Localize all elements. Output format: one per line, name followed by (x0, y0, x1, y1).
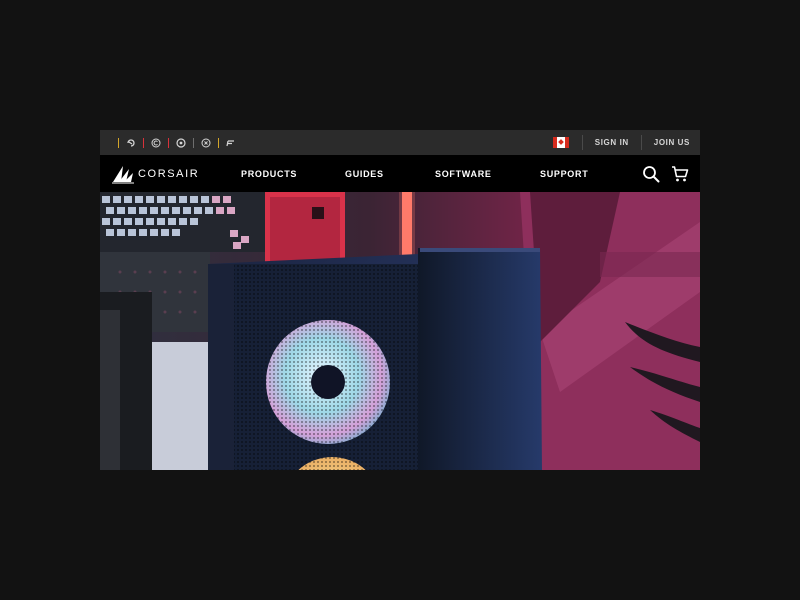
hero-banner[interactable] (100, 192, 700, 470)
corsair-logo[interactable]: CORSAIR (112, 164, 199, 184)
elgato-icon[interactable] (125, 137, 137, 149)
join-us-link[interactable]: JOIN US (642, 138, 690, 147)
hero-image (100, 192, 700, 470)
nav-item-software[interactable]: SOFTWARE (435, 155, 492, 192)
nav-item-support[interactable]: SUPPORT (540, 155, 588, 192)
account-links: SIGN IN JOIN US (552, 130, 700, 155)
nav-item-guides[interactable]: GUIDES (345, 155, 384, 192)
scuf-icon[interactable] (175, 137, 187, 149)
logo-text: CORSAIR (138, 168, 200, 180)
corsair-sails-icon (112, 166, 134, 184)
fanatec-icon[interactable] (225, 137, 237, 149)
brand-divider (168, 137, 169, 148)
brand-divider (143, 137, 144, 148)
brand-family-links (100, 130, 237, 155)
origin-icon[interactable] (150, 137, 162, 149)
sign-in-link[interactable]: SIGN IN (583, 138, 641, 147)
search-icon[interactable] (642, 165, 660, 183)
main-nav: CORSAIR PRODUCTS GUIDES SOFTWARE SUPPORT (100, 155, 700, 192)
browser-viewport: SIGN IN JOIN US CORSAIR PRODUCTS GUIDES … (100, 130, 700, 470)
brand-divider (218, 137, 219, 148)
brand-divider (193, 137, 194, 148)
cart-icon[interactable] (671, 165, 689, 183)
drop-icon[interactable] (200, 137, 212, 149)
nav-item-products[interactable]: PRODUCTS (241, 155, 297, 192)
utility-bar: SIGN IN JOIN US (100, 130, 700, 155)
brand-divider (118, 137, 119, 148)
canada-flag-icon[interactable] (552, 137, 569, 148)
